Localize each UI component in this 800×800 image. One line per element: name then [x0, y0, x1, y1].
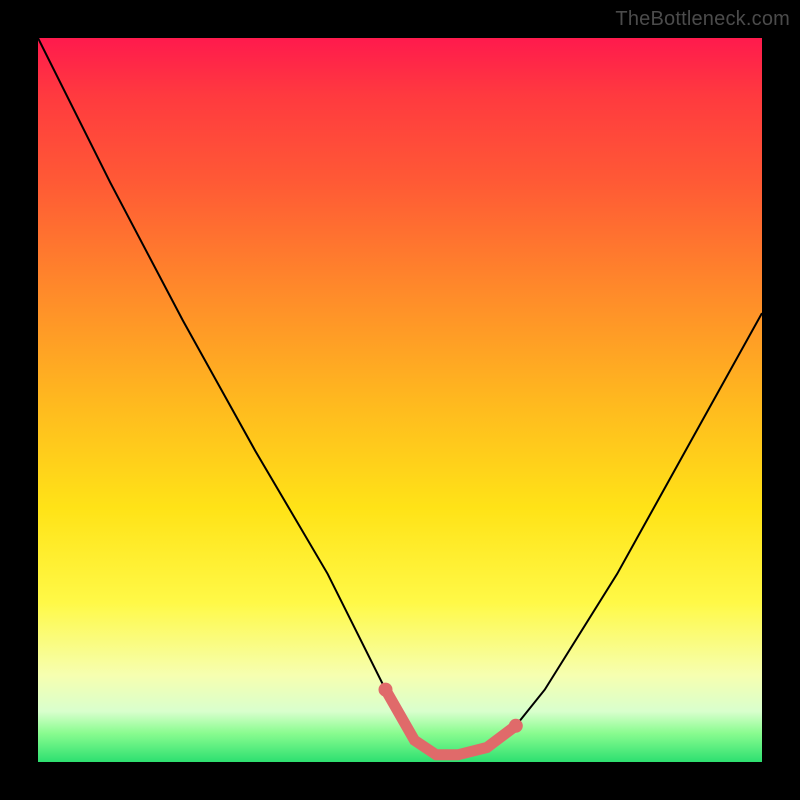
chart-frame: TheBottleneck.com — [0, 0, 800, 800]
plot-area — [38, 38, 762, 762]
severity-gradient-background — [38, 38, 762, 762]
watermark-text: TheBottleneck.com — [615, 8, 790, 31]
